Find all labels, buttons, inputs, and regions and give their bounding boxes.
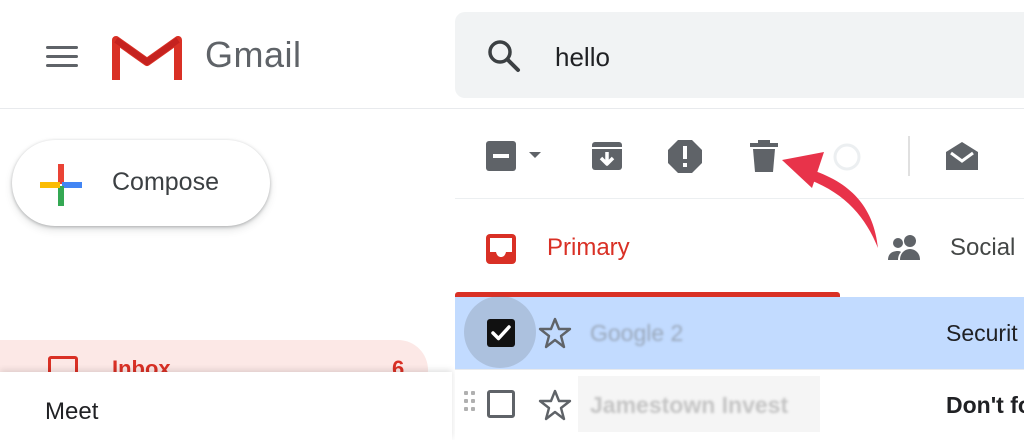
app-brand: Gmail [205,34,302,75]
email-sender: Google 2 [590,320,684,346]
report-spam-icon[interactable] [665,136,705,176]
search-icon[interactable] [484,36,524,76]
email-subject: Securit [946,320,1018,346]
people-icon [888,235,920,260]
toolbar-divider [908,136,910,176]
search-input[interactable] [555,38,975,76]
drag-handle-icon[interactable] [464,391,476,417]
header-divider [0,108,1024,109]
select-all-checkbox[interactable] [482,136,548,176]
check-icon [491,325,511,341]
email-sender: Jamestown Invest [590,392,789,418]
star-icon[interactable] [538,316,572,350]
menu-icon [46,46,78,49]
mark-as-read-icon[interactable] [942,136,982,176]
star-icon[interactable] [538,388,572,422]
compose-label: Compose [112,168,219,196]
row-checkbox[interactable] [487,390,515,418]
compose-plus-icon [40,164,82,206]
email-subject: Don't fo [946,392,1024,418]
tab-label: Social [950,234,1016,261]
toolbar-divider [455,198,1024,199]
meet-label[interactable]: Meet [45,398,98,426]
main-menu-button[interactable] [40,40,80,74]
gmail-logo-icon[interactable] [112,32,182,82]
row-checkbox-checked[interactable] [487,319,515,347]
inbox-tab-icon [486,234,516,264]
archive-icon[interactable] [587,136,627,176]
chevron-down-icon [529,152,541,158]
tab-label: Primary [547,234,630,261]
